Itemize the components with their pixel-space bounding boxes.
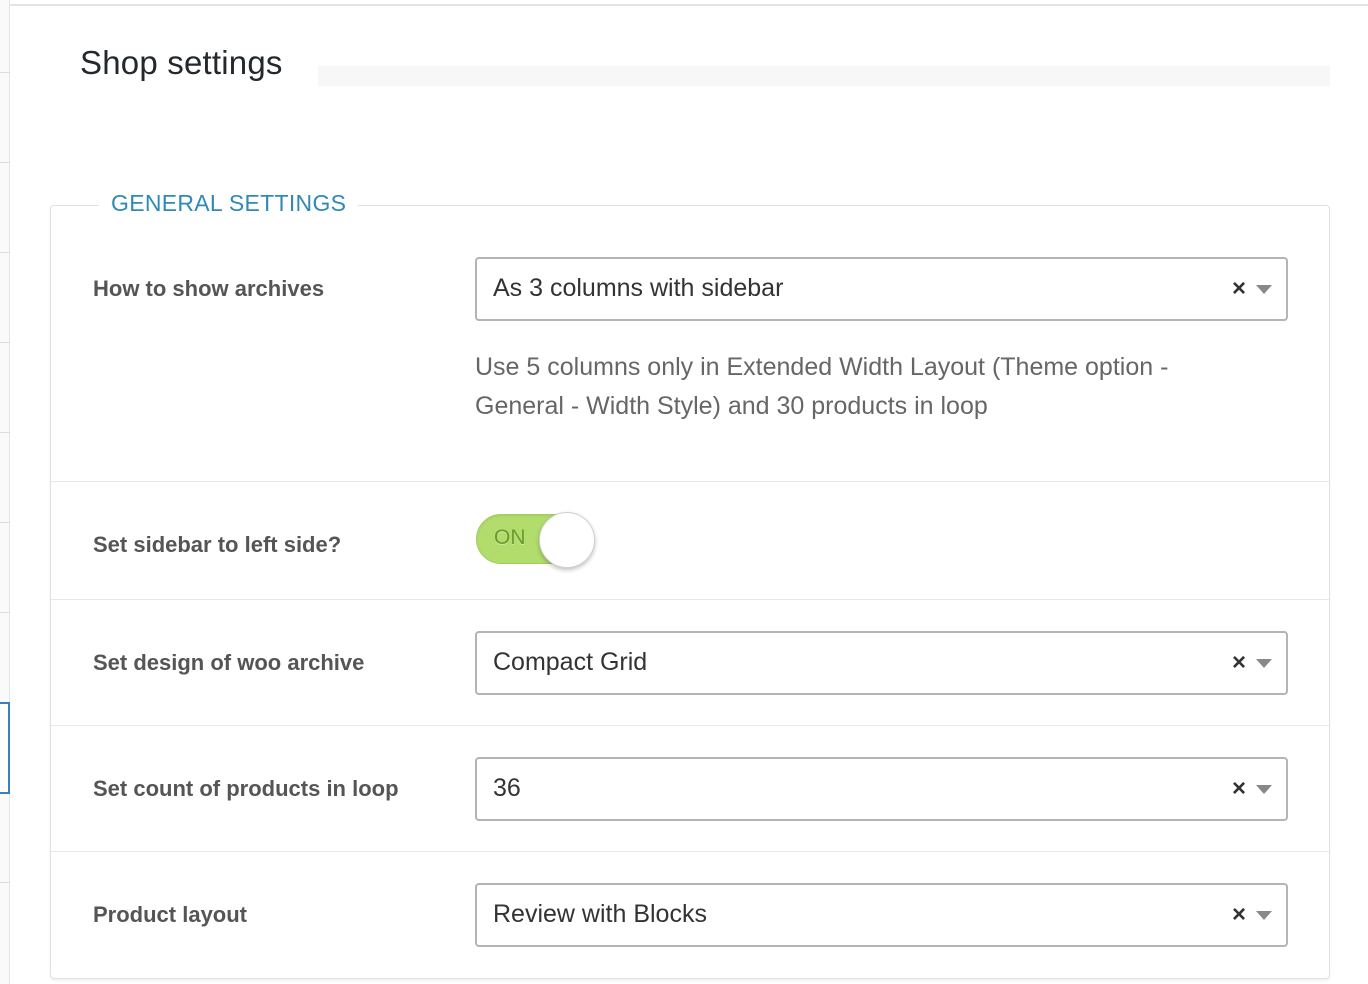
sidebar-left-label: Set sidebar to left side? [93,532,342,557]
general-settings-panel: GENERAL SETTINGS How to show archives As… [50,190,1330,979]
row-archive-design: Set design of woo archive Compact Grid × [51,600,1329,726]
strip-divider [0,252,10,253]
products-count-label: Set count of products in loop [93,776,399,801]
strip-divider [0,612,10,613]
archives-help-text: Use 5 columns only in Extended Width Lay… [475,353,1169,420]
chevron-down-icon[interactable] [1256,659,1272,668]
archive-design-select-value: Compact Grid [493,648,648,676]
title-bar [318,66,1330,86]
row-products-count: Set count of products in loop 36 × [51,726,1329,852]
archive-design-select[interactable]: Compact Grid × [475,631,1288,695]
toggle-on-text: ON [494,526,526,549]
strip-divider [0,432,10,433]
sidebar-left-toggle[interactable]: ON [476,512,595,568]
chevron-down-icon[interactable] [1256,911,1272,920]
row-product-layout: Product layout Review with Blocks × [51,852,1329,978]
strip-divider [0,72,10,73]
products-count-select[interactable]: 36 × [475,757,1288,821]
clear-icon[interactable]: × [1232,274,1246,304]
archives-label: How to show archives [93,276,325,301]
left-edge-strip [0,0,10,984]
archive-design-label: Set design of woo archive [93,650,365,675]
toggle-knob[interactable] [539,512,595,568]
row-archives: How to show archives As 3 columns with s… [51,206,1329,482]
clear-icon[interactable]: × [1232,774,1246,804]
chevron-down-icon[interactable] [1256,285,1272,294]
strip-divider [0,882,10,883]
archives-select-value: As 3 columns with sidebar [493,274,784,302]
chevron-down-icon[interactable] [1256,785,1272,794]
archives-select[interactable]: As 3 columns with sidebar × [475,257,1288,321]
top-divider [10,4,1368,6]
strip-selected-item[interactable] [0,702,10,794]
products-count-select-value: 36 [493,774,521,802]
product-layout-select-value: Review with Blocks [493,900,707,928]
strip-divider [0,162,10,163]
product-layout-label: Product layout [93,902,248,927]
page-title: Shop settings [80,44,283,81]
row-sidebar-left: Set sidebar to left side? [51,482,1329,600]
strip-divider [0,522,10,523]
product-layout-select[interactable]: Review with Blocks × [475,883,1288,947]
strip-divider [0,342,10,343]
clear-icon[interactable]: × [1232,648,1246,678]
clear-icon[interactable]: × [1232,900,1246,930]
